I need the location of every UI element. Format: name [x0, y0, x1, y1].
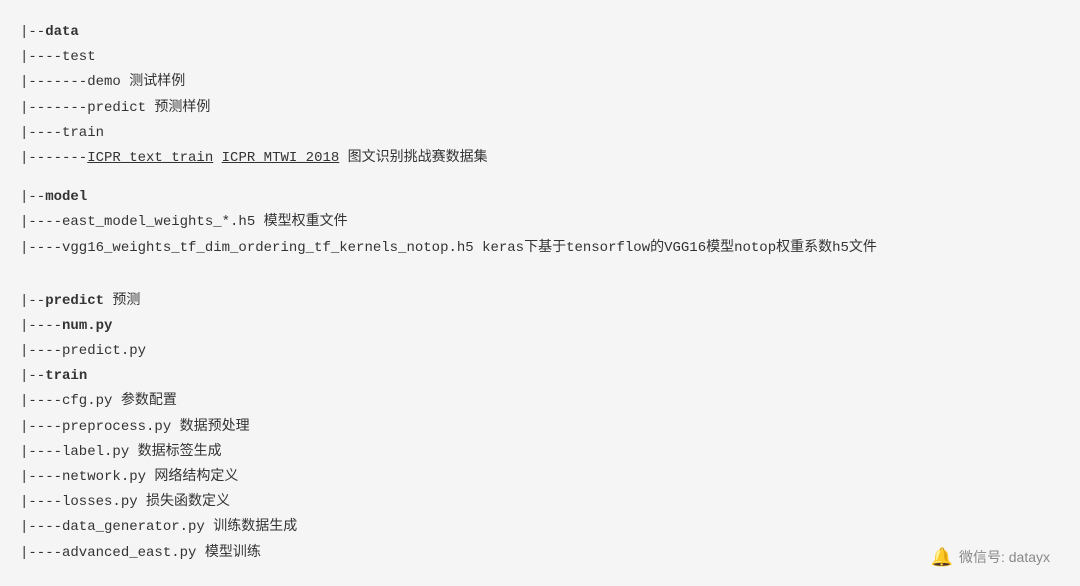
- line-train-dir: |----train: [20, 121, 1060, 146]
- wechat-icon: 🔔: [931, 547, 953, 568]
- prefix-model: |--: [20, 189, 45, 205]
- prefix-losses: |----losses.py 损失函数定义: [20, 494, 230, 510]
- prefix-predict-py: |----predict.py: [20, 343, 146, 359]
- line-label-py: |----label.py 数据标签生成: [20, 440, 1060, 465]
- prefix-predict-dir: |-------predict 预测样例: [20, 100, 210, 116]
- line-train-section: |--train: [20, 364, 1060, 389]
- line-icpr: |-------ICPR_text_train ICPR_MTWI_2018 图…: [20, 146, 1060, 171]
- line-data-generator-py: |----data_generator.py 训练数据生成: [20, 515, 1060, 540]
- prefix-east: |----east_model_weights_*.h5 模型权重文件: [20, 214, 348, 230]
- spacer-3: [20, 275, 1060, 289]
- prefix-train-section: |--: [20, 368, 45, 384]
- line-demo: |-------demo 测试样例: [20, 70, 1060, 95]
- prefix-vgg16: |----vgg16_weights_tf_dim_ordering_tf_ke…: [20, 240, 877, 256]
- line-network-py: |----network.py 网络结构定义: [20, 465, 1060, 490]
- line-cfg-py: |----cfg.py 参数配置: [20, 389, 1060, 414]
- prefix-data-gen: |----data_generator.py 训练数据生成: [20, 519, 297, 535]
- prefix-num: |----: [20, 318, 62, 334]
- line-east-weights: |----east_model_weights_*.h5 模型权重文件: [20, 210, 1060, 235]
- line-predict-py: |----predict.py: [20, 339, 1060, 364]
- line-data: |--data: [20, 20, 1060, 45]
- keyword-data: data: [45, 24, 79, 40]
- prefix-advanced: |----advanced_east.py 模型训练: [20, 545, 261, 561]
- line-num-py: |----num.py: [20, 314, 1060, 339]
- prefix-test: |----test: [20, 49, 96, 65]
- line-advanced-east-py: |----advanced_east.py 模型训练: [20, 541, 1060, 566]
- line-predict-dir: |-------predict 预测样例: [20, 96, 1060, 121]
- line-vgg16: |----vgg16_weights_tf_dim_ordering_tf_ke…: [20, 236, 1060, 261]
- spacer-2: [20, 261, 1060, 275]
- prefix-data: |--: [20, 24, 45, 40]
- spacer-1: [20, 171, 1060, 185]
- line-predict-section: |--predict 预测: [20, 289, 1060, 314]
- icpr-desc: 图文识别挑战赛数据集: [339, 150, 487, 166]
- keyword-model: model: [45, 189, 87, 205]
- prefix-demo: |-------demo 测试样例: [20, 74, 185, 90]
- prefix-icpr: |-------: [20, 150, 87, 166]
- icpr-mtwi: ICPR_MTWI_2018: [222, 150, 340, 166]
- keyword-predict: predict: [45, 293, 104, 309]
- predict-desc: 预测: [104, 293, 140, 309]
- watermark-text: 微信号: datayx: [959, 547, 1050, 567]
- content-area: |--data |----test |-------demo 测试样例 |---…: [20, 20, 1060, 566]
- prefix-train-dir: |----train: [20, 125, 104, 141]
- prefix-preprocess: |----preprocess.py 数据预处理: [20, 419, 250, 435]
- keyword-num: num.py: [62, 318, 112, 334]
- prefix-label: |----label.py 数据标签生成: [20, 444, 222, 460]
- line-model: |--model: [20, 185, 1060, 210]
- prefix-predict-section: |--: [20, 293, 45, 309]
- line-test: |----test: [20, 45, 1060, 70]
- prefix-network: |----network.py 网络结构定义: [20, 469, 238, 485]
- line-losses-py: |----losses.py 损失函数定义: [20, 490, 1060, 515]
- keyword-train: train: [45, 368, 87, 384]
- line-preprocess-py: |----preprocess.py 数据预处理: [20, 415, 1060, 440]
- prefix-cfg: |----cfg.py 参数配置: [20, 393, 177, 409]
- watermark: 🔔 微信号: datayx: [931, 547, 1050, 568]
- icpr-space: [213, 150, 221, 166]
- icpr-text-train: ICPR_text_train: [87, 150, 213, 166]
